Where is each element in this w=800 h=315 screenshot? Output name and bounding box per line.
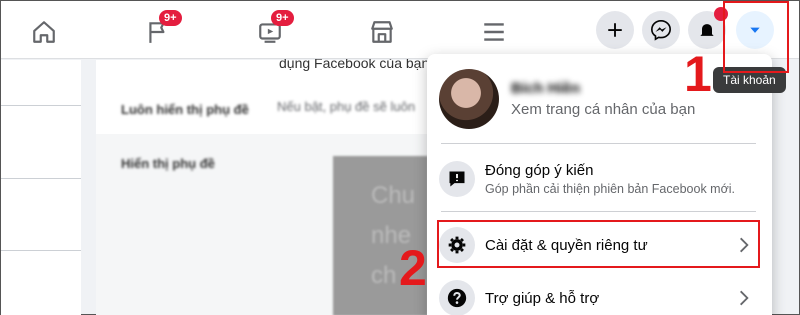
left-column bbox=[1, 60, 81, 315]
plus-icon bbox=[608, 23, 622, 37]
pages-badge: 9+ bbox=[159, 10, 182, 26]
menu-item-feedback[interactable]: Đóng góp ý kiến Góp phần cải thiện phiên… bbox=[435, 154, 764, 204]
divider bbox=[1, 105, 81, 106]
divider bbox=[1, 250, 81, 251]
store-icon[interactable] bbox=[365, 15, 399, 49]
setting-label: Hiển thị phụ đề bbox=[121, 156, 215, 171]
avatar bbox=[439, 69, 499, 129]
divider bbox=[441, 143, 756, 144]
profile-name: Bích Hiền bbox=[511, 80, 581, 97]
messenger-button[interactable] bbox=[642, 11, 680, 49]
messenger-icon bbox=[651, 20, 671, 41]
annotation-step-number: 2 bbox=[399, 240, 427, 296]
annotation-highlight-account bbox=[723, 1, 789, 73]
create-button[interactable] bbox=[596, 11, 634, 49]
menu-item-description: Góp phần cải thiện phiên bản Facebook mớ… bbox=[485, 182, 736, 196]
account-dropdown: Bích Hiền Xem trang cá nhân của bạn Đóng… bbox=[427, 54, 772, 315]
feedback-icon bbox=[439, 161, 475, 197]
bell-icon bbox=[700, 24, 714, 38]
annotation-highlight-settings bbox=[437, 220, 760, 268]
divider bbox=[441, 211, 756, 212]
menu-item-label: Trợ giúp & hỗ trợ bbox=[485, 289, 600, 307]
chevron-right-icon bbox=[740, 290, 749, 306]
setting-value: Nếu bật, phụ đề sẽ luôn bbox=[277, 99, 416, 114]
menu-item-help-support[interactable]: Trợ giúp & hỗ trợ bbox=[435, 274, 764, 315]
pages-flag-icon[interactable]: 9+ bbox=[141, 10, 182, 49]
setting-label: Luôn hiển thị phụ đề bbox=[121, 102, 249, 117]
profile-subtitle: Xem trang cá nhân của bạn bbox=[511, 101, 696, 118]
watch-badge: 9+ bbox=[271, 10, 294, 26]
top-navigation-bar: 9+ 9+ bbox=[1, 1, 799, 59]
hamburger-icon[interactable] bbox=[477, 15, 511, 49]
notifications-button[interactable] bbox=[688, 7, 728, 49]
home-icon[interactable] bbox=[27, 15, 61, 49]
watch-icon[interactable]: 9+ bbox=[253, 10, 294, 49]
help-icon bbox=[439, 280, 475, 315]
divider bbox=[1, 178, 81, 179]
menu-item-label: Đóng góp ý kiến bbox=[485, 162, 594, 179]
annotation-step-number: 1 bbox=[684, 46, 712, 102]
